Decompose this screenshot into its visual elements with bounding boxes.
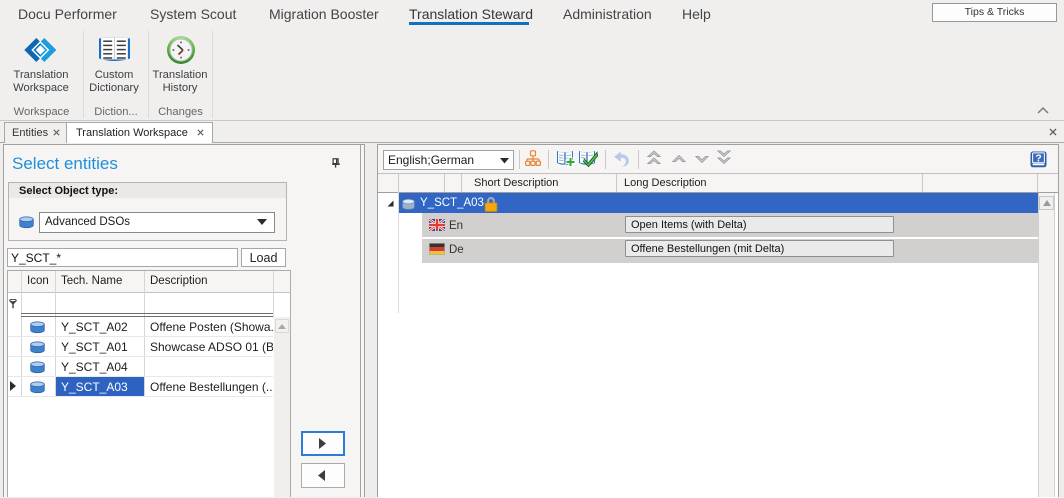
svg-text:?: ? bbox=[1035, 153, 1041, 165]
